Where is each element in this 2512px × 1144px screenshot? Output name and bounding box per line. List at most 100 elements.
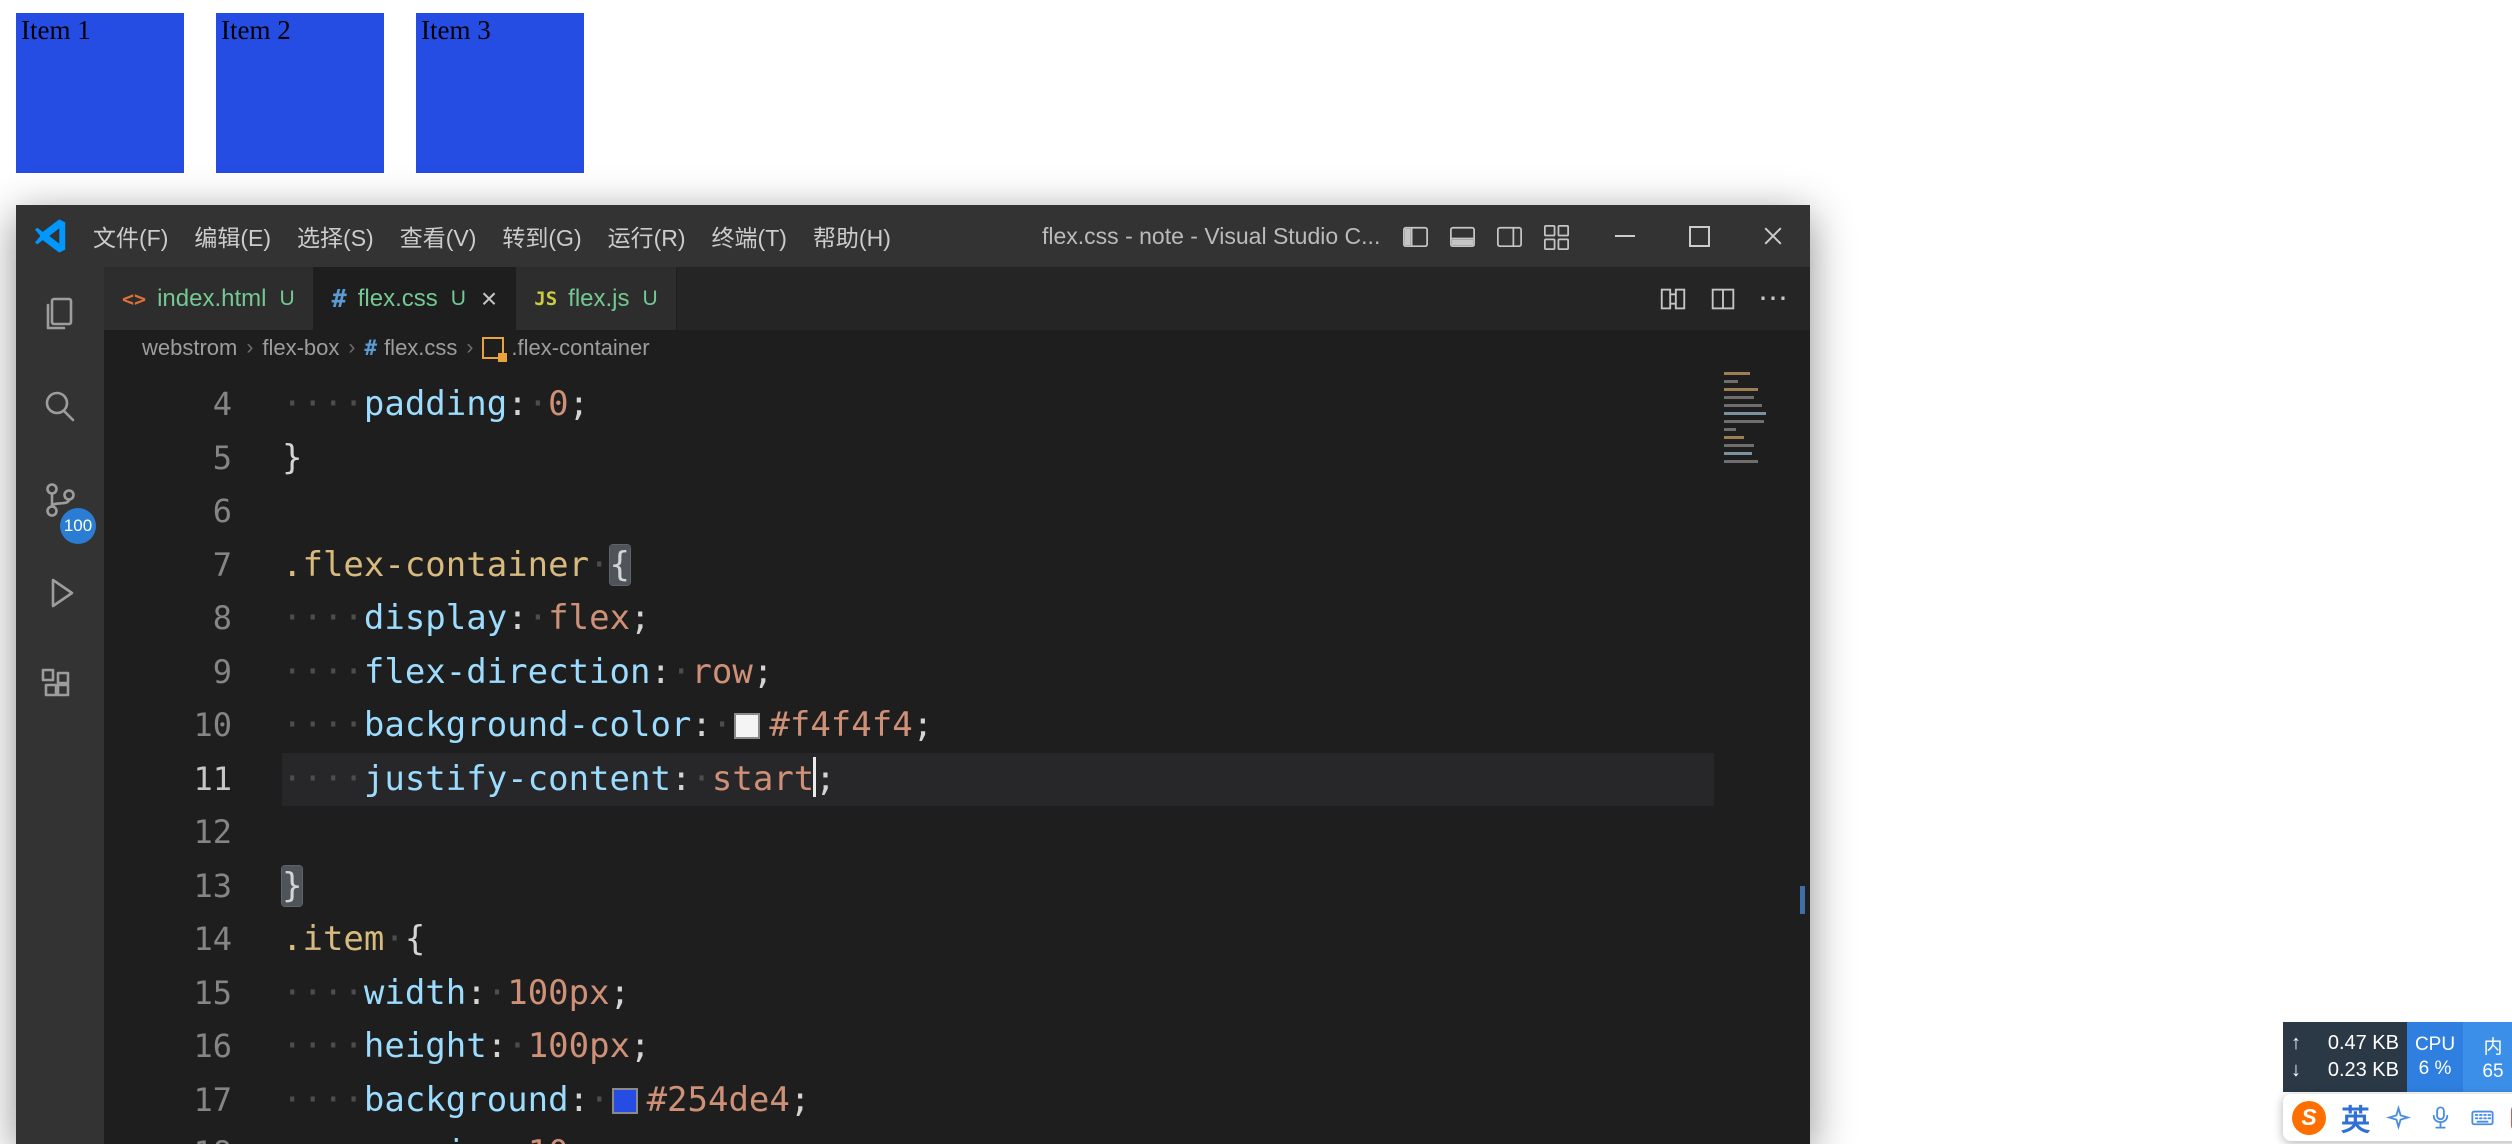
- scm-pending-badge: 100: [60, 508, 96, 544]
- menu-item-3[interactable]: 查看(V): [387, 205, 490, 267]
- code-line-14[interactable]: 14.item·{: [104, 913, 1714, 967]
- minimize-icon: [1615, 235, 1635, 237]
- line-number: 9: [104, 646, 232, 700]
- tab-bar: <>index.htmlU#flex.cssU×JSflex.jsU ⋯: [104, 267, 1810, 330]
- extensions-icon: [38, 664, 82, 708]
- menu-item-7[interactable]: 帮助(H): [800, 205, 904, 267]
- tab-label: index.html: [157, 285, 266, 313]
- code-line-12[interactable]: 12: [104, 806, 1714, 860]
- code-text: ····margin:·10px;: [282, 1127, 630, 1144]
- tab-flex.js[interactable]: JSflex.jsU: [516, 267, 676, 330]
- maximize-button[interactable]: [1662, 205, 1736, 267]
- toggle-panel-icon[interactable]: [1447, 221, 1478, 252]
- more-actions-icon[interactable]: ⋯: [1758, 281, 1790, 316]
- maximize-icon: [1689, 226, 1710, 247]
- download-speed: 0.23 KB: [2328, 1059, 2399, 1082]
- line-number: 14: [104, 913, 232, 967]
- code-line-8[interactable]: 8 ····display:·flex;: [104, 592, 1714, 646]
- code-line-6[interactable]: 6: [104, 485, 1714, 539]
- menu-item-2[interactable]: 选择(S): [284, 205, 387, 267]
- code-line-17[interactable]: 17····background:·#254de4;: [104, 1074, 1714, 1128]
- network-speeds: ↑0.47 KB ↓0.23 KB: [2283, 1022, 2407, 1092]
- color-swatch[interactable]: [612, 1088, 638, 1114]
- menu-bar: 文件(F)编辑(E)选择(S)查看(V)转到(G)运行(R)终端(T)帮助(H): [80, 205, 904, 267]
- breadcrumb-item-.flex-container[interactable]: .flex-container: [482, 335, 649, 361]
- customize-layout-icon[interactable]: [1541, 221, 1572, 252]
- js-file-icon: JS: [534, 288, 557, 310]
- chevron-right-icon: ›: [348, 336, 355, 360]
- extensions-button[interactable]: [16, 639, 104, 732]
- code-text: ····padding:·0;: [282, 378, 589, 432]
- keyboard-icon[interactable]: [2469, 1104, 2496, 1131]
- code-lines: 4····padding:·0;5}67.flex-container·{8··…: [104, 378, 1714, 1144]
- line-number: 8: [104, 592, 232, 646]
- microphone-icon[interactable]: [2427, 1104, 2454, 1131]
- files-icon: [38, 292, 82, 336]
- tab-label: flex.css: [358, 285, 438, 313]
- breadcrumb-item-flex-box[interactable]: flex-box: [262, 335, 339, 361]
- menu-item-0[interactable]: 文件(F): [80, 205, 181, 267]
- code-line-4[interactable]: 4 ····padding:·0;: [104, 378, 1714, 432]
- menu-item-6[interactable]: 终端(T): [699, 205, 800, 267]
- input-method-bar: S 英: [2283, 1094, 2512, 1141]
- sparkle-icon[interactable]: [2385, 1104, 2412, 1131]
- window-title: flex.css - note - Visual Studio C...: [1042, 205, 1380, 267]
- line-number: 5: [104, 432, 232, 486]
- code-text: }: [282, 860, 302, 914]
- close-tab-icon[interactable]: ×: [481, 285, 497, 313]
- menu-item-1[interactable]: 编辑(E): [181, 205, 284, 267]
- minimap[interactable]: [1724, 372, 1782, 492]
- code-text: ····flex-direction:·row;: [282, 646, 773, 700]
- line-number: 18: [104, 1127, 232, 1144]
- vscode-logo-icon: [32, 217, 70, 255]
- tabs: <>index.htmlU#flex.cssU×JSflex.jsU: [104, 267, 677, 330]
- system-monitor-widget: ↑0.47 KB ↓0.23 KB CPU 6 % 内 65: [2283, 1022, 2512, 1092]
- search-button[interactable]: [16, 360, 104, 453]
- close-button[interactable]: [1736, 205, 1810, 267]
- breadcrumb-item-flex.css[interactable]: #flex.css: [364, 335, 457, 361]
- toggle-sidebar-icon[interactable]: [1400, 221, 1431, 252]
- git-status-badge: U: [279, 287, 294, 311]
- code-line-9[interactable]: 9 ····flex-direction:·row;: [104, 646, 1714, 700]
- line-number: 4: [104, 378, 232, 432]
- color-swatch[interactable]: [734, 713, 760, 739]
- code-editor[interactable]: 4····padding:·0;5}67.flex-container·{8··…: [104, 366, 1810, 1144]
- tab-index.html[interactable]: <>index.htmlU: [104, 267, 314, 330]
- open-changes-icon[interactable]: [1658, 284, 1688, 314]
- toggle-secondary-sidebar-icon[interactable]: [1494, 221, 1525, 252]
- code-text: ····display:·flex;: [282, 592, 651, 646]
- memory-value: 65: [2482, 1061, 2503, 1083]
- source-control-button[interactable]: 100: [16, 453, 104, 546]
- run-debug-button[interactable]: [16, 546, 104, 639]
- flex-item-2: Item 2: [216, 13, 384, 173]
- code-line-7[interactable]: 7.flex-container·{: [104, 539, 1714, 593]
- layout-controls: [1400, 205, 1572, 267]
- code-line-10[interactable]: 10····background-color:·#f4f4f4;: [104, 699, 1714, 753]
- line-number: 6: [104, 485, 232, 539]
- code-line-5[interactable]: 5}: [104, 432, 1714, 486]
- breadcrumb-label: .flex-container: [511, 335, 649, 361]
- code-line-18[interactable]: 18 ····margin:·10px;: [104, 1127, 1714, 1144]
- git-status-badge: U: [643, 287, 658, 311]
- code-text: ····width:·100px;: [282, 967, 630, 1021]
- code-line-11[interactable]: 11····justify-content:·start;: [104, 753, 1714, 807]
- ime-language-mode[interactable]: 英: [2341, 1097, 2370, 1139]
- split-editor-icon[interactable]: [1708, 284, 1738, 314]
- tab-flex.css[interactable]: #flex.cssU×: [314, 267, 517, 330]
- breadcrumb-label: flex.css: [384, 335, 457, 361]
- code-line-13[interactable]: 13}: [104, 860, 1714, 914]
- git-status-badge: U: [451, 287, 466, 311]
- menu-item-5[interactable]: 运行(R): [595, 205, 699, 267]
- line-number: 16: [104, 1020, 232, 1074]
- upload-arrow-icon: ↑: [2291, 1032, 2301, 1055]
- chevron-right-icon: ›: [466, 336, 473, 360]
- activity-bar: 100: [16, 267, 104, 1144]
- code-line-15[interactable]: 15····width:·100px;: [104, 967, 1714, 1021]
- breadcrumb-label: flex-box: [262, 335, 339, 361]
- explorer-button[interactable]: [16, 267, 104, 360]
- sogou-logo-icon[interactable]: S: [2292, 1101, 2326, 1135]
- minimize-button[interactable]: [1588, 205, 1662, 267]
- code-line-16[interactable]: 16····height:·100px;: [104, 1020, 1714, 1074]
- menu-item-4[interactable]: 转到(G): [489, 205, 594, 267]
- breadcrumb-item-webstrom[interactable]: webstrom: [142, 335, 237, 361]
